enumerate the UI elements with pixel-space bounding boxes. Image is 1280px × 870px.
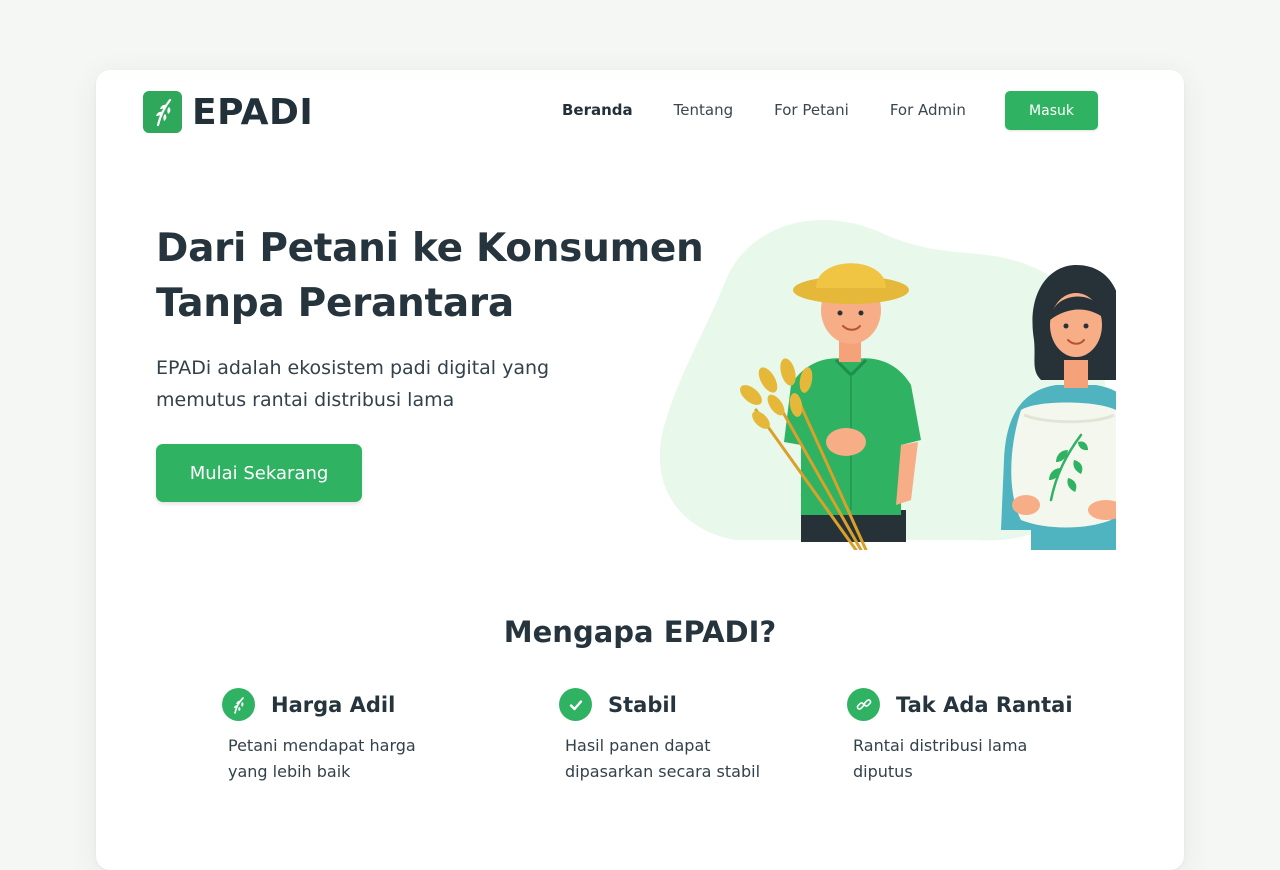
feature-head: Stabil — [559, 688, 819, 721]
feature-desc-line1: Petani mendapat harga — [228, 736, 416, 755]
feature-head: Harga Adil — [222, 688, 482, 721]
broken-chain-icon — [847, 688, 880, 721]
landing-card: EPADI Beranda Tentang For Petani For Adm… — [96, 70, 1184, 870]
nav-item-for-petani[interactable]: For Petani — [774, 101, 849, 119]
feature-desc-line2: diputus — [853, 762, 913, 781]
feature-desc-line2: yang lebih baik — [228, 762, 351, 781]
login-button[interactable]: Masuk — [1005, 91, 1098, 130]
feature-desc-line2: dipasarkan secara stabil — [565, 762, 761, 781]
hero-title-line1: Dari Petani ke Konsumen — [156, 226, 704, 271]
hero-subtitle: EPADi adalah ekosistem padi digital yang… — [156, 352, 596, 416]
hero-title-line2: Tanpa Perantara — [156, 281, 514, 326]
hero-title: Dari Petani ke Konsumen Tanpa Perantara — [156, 221, 716, 331]
feature-desc-line1: Hasil panen dapat — [565, 736, 711, 755]
feature-desc: Petani mendapat harga yang lebih baik — [228, 733, 458, 785]
rice-plant-icon — [143, 91, 182, 133]
hero-subtitle-line1: EPADi adalah ekosistem padi digital yang — [156, 357, 550, 379]
nav-item-beranda[interactable]: Beranda — [562, 101, 633, 119]
nav-item-for-admin[interactable]: For Admin — [890, 101, 966, 119]
start-now-button[interactable]: Mulai Sekarang — [156, 444, 362, 502]
check-icon — [559, 688, 592, 721]
feature-desc-line1: Rantai distribusi lama — [853, 736, 1028, 755]
feature-title: Harga Adil — [271, 692, 396, 717]
brand-name: EPADI — [192, 91, 314, 133]
why-title: Mengapa EPADI? — [503, 615, 777, 649]
feature-title: Stabil — [608, 692, 677, 717]
hero-illustration — [659, 220, 1116, 550]
feature-title: Tak Ada Rantai — [896, 692, 1073, 717]
rice-plant-icon — [222, 688, 255, 721]
brand-logo[interactable]: EPADI — [143, 91, 313, 133]
feature-tak-ada-rantai: Tak Ada Rantai Rantai distribusi lama di… — [847, 688, 1107, 785]
feature-desc: Hasil panen dapat dipasarkan secara stab… — [565, 733, 795, 785]
feature-harga-adil: Harga Adil Petani mendapat harga yang le… — [222, 688, 482, 785]
hero-subtitle-line2: memutus rantai distribusi lama — [156, 389, 455, 411]
feature-desc: Rantai distribusi lama diputus — [853, 733, 1083, 785]
main-nav: Beranda Tentang For Petani For Admin — [562, 101, 1007, 119]
feature-head: Tak Ada Rantai — [847, 688, 1107, 721]
feature-stabil: Stabil Hasil panen dapat dipasarkan seca… — [559, 688, 819, 785]
nav-item-tentang[interactable]: Tentang — [674, 101, 733, 119]
